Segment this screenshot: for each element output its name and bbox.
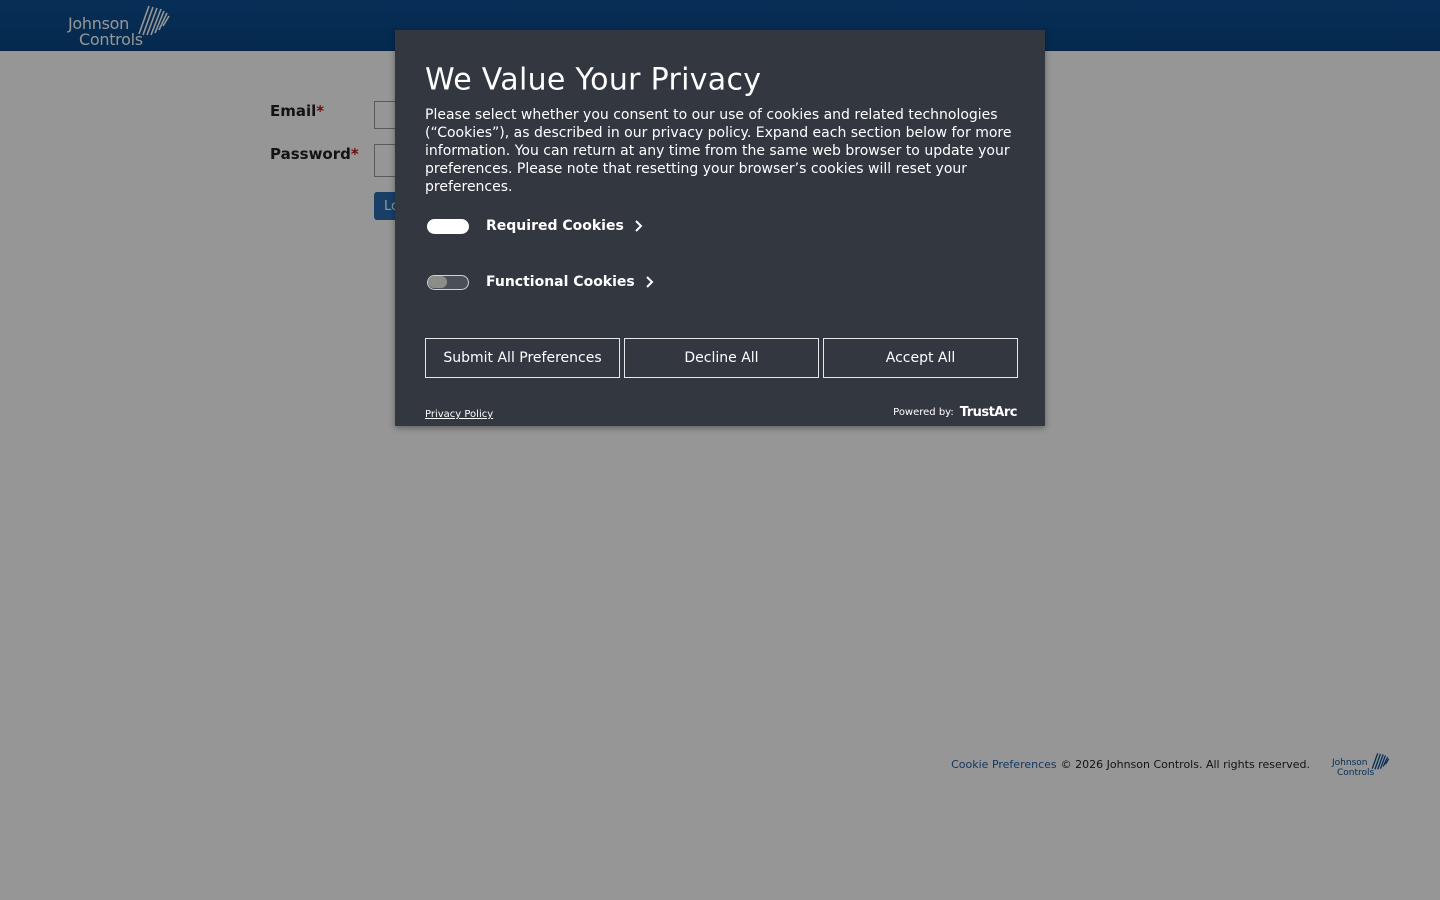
modal-description: Please select whether you consent to our… <box>425 107 1012 195</box>
consent-button-row: Submit All Preferences Decline All Accep… <box>425 338 1018 378</box>
trustarc-logo[interactable]: TrustArc <box>960 405 1018 420</box>
decline-all-button[interactable]: Decline All <box>624 338 819 378</box>
cookie-category-label: Functional Cookies <box>486 274 635 290</box>
toggle-knob <box>428 275 447 288</box>
powered-by-label: Powered by: <box>893 407 954 418</box>
chevron-right-icon[interactable] <box>634 219 643 233</box>
privacy-policy-link[interactable]: Privacy Policy <box>425 409 493 420</box>
chevron-right-icon[interactable] <box>645 275 654 289</box>
functional-cookies-toggle[interactable] <box>427 274 469 290</box>
accept-all-button[interactable]: Accept All <box>823 338 1018 378</box>
required-cookies-toggle[interactable] <box>427 218 469 234</box>
modal-title: We Value Your Privacy <box>425 62 762 98</box>
submit-all-preferences-button[interactable]: Submit All Preferences <box>425 338 620 378</box>
page: Johnson Controls Email* Password* Lo Coo… <box>0 0 1440 900</box>
cookie-category-required[interactable]: Required Cookies <box>427 216 643 236</box>
cookie-category-functional[interactable]: Functional Cookies <box>427 272 654 292</box>
cookie-category-label: Required Cookies <box>486 218 624 234</box>
privacy-consent-dialog: We Value Your Privacy Please select whet… <box>395 30 1045 426</box>
powered-by: Powered by: TrustArc <box>893 405 1017 420</box>
